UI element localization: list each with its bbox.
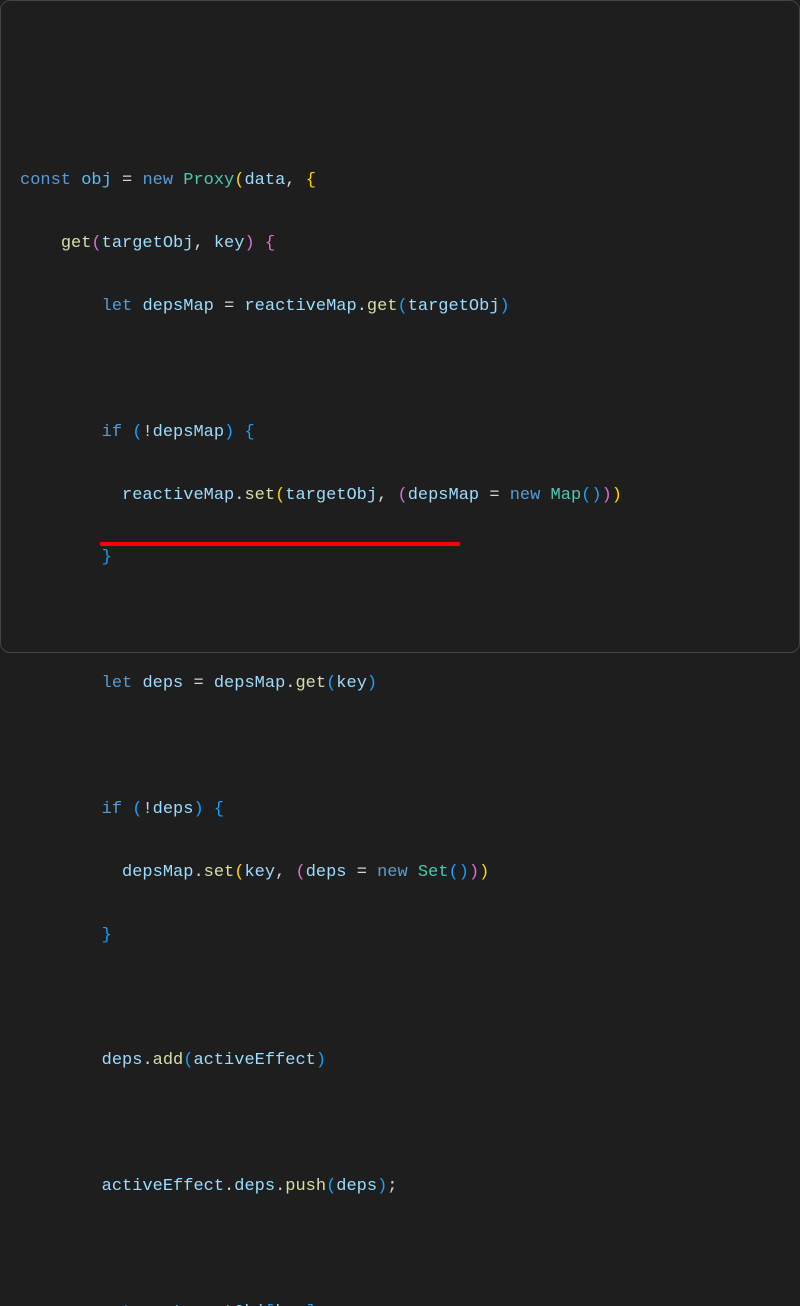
code-line-19: return targetObj[key] [20,1297,780,1306]
code-line-9: let deps = depsMap.get(key) [20,668,780,699]
code-line-7: } [20,542,780,573]
code-line-8 [20,605,780,636]
code-line-12: depsMap.set(key, (deps = new Set())) [20,857,780,888]
code-line-13: } [20,920,780,951]
code-line-17: activeEffect.deps.push(deps); [20,1171,780,1202]
code-line-15: deps.add(activeEffect) [20,1045,780,1076]
code-line-5: if (!depsMap) { [20,417,780,448]
code-line-18 [20,1234,780,1265]
code-line-11: if (!deps) { [20,794,780,825]
code-line-1: const obj = new Proxy(data, { [20,165,780,196]
code-line-14 [20,983,780,1014]
code-line-10 [20,731,780,762]
code-line-16 [20,1108,780,1139]
highlight-underline [100,542,460,546]
code-editor: const obj = new Proxy(data, { get(target… [20,134,780,1306]
code-line-6: reactiveMap.set(targetObj, (depsMap = ne… [20,480,780,511]
code-line-2: get(targetObj, key) { [20,228,780,259]
code-line-4 [20,354,780,385]
code-line-3: let depsMap = reactiveMap.get(targetObj) [20,291,780,322]
